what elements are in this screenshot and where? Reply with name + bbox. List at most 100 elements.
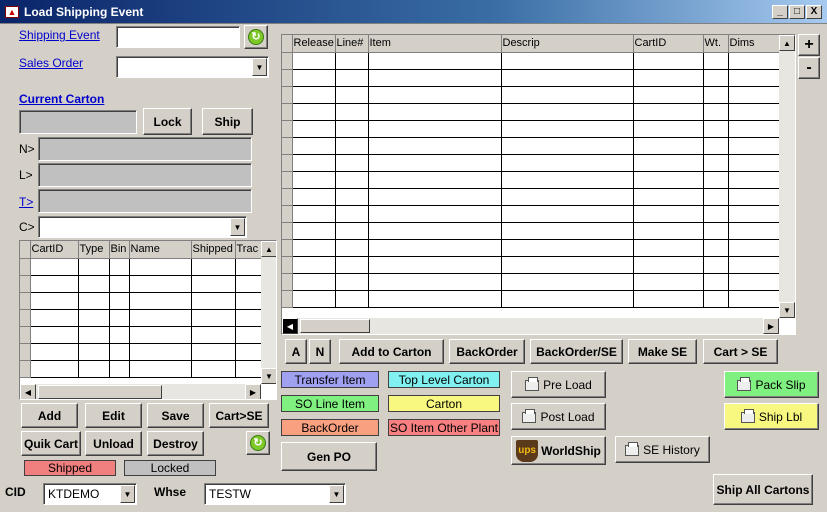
table-row[interactable] [282, 188, 780, 206]
save-button[interactable]: Save [147, 403, 204, 428]
table-row[interactable] [20, 309, 264, 327]
table-row[interactable] [282, 137, 780, 155]
cart-to-se-button[interactable]: Cart > SE [703, 339, 778, 364]
scroll-right-icon[interactable]: ▶ [245, 384, 261, 399]
ship-all-cartons-button[interactable]: Ship All Cartons [713, 474, 813, 505]
cart-se-button[interactable]: Cart>SE [209, 403, 269, 428]
unload-button[interactable]: Unload [85, 431, 142, 456]
column-header[interactable]: Shipped [191, 241, 236, 259]
current-carton-field[interactable] [19, 110, 137, 134]
scroll-left-icon[interactable]: ◀ [282, 318, 298, 334]
scroll-thumb[interactable] [300, 319, 370, 333]
pack-slip-button[interactable]: Pack Slip [724, 371, 819, 398]
backorder-se-button[interactable]: BackOrder/SE [530, 339, 623, 364]
table-row[interactable] [282, 290, 780, 308]
column-header[interactable]: Item [368, 35, 502, 53]
add-to-carton-button[interactable]: Add to Carton [339, 339, 444, 364]
column-header[interactable]: Trac [235, 241, 264, 259]
destroy-button[interactable]: Destroy [147, 431, 204, 456]
edit-button[interactable]: Edit [85, 403, 142, 428]
table-row[interactable] [282, 273, 780, 291]
column-header[interactable]: Descrip [501, 35, 634, 53]
ship-lbl-label: Ship Lbl [758, 409, 803, 424]
l-field[interactable] [38, 163, 252, 187]
table-row[interactable] [282, 205, 780, 223]
maximize-button[interactable]: □ [789, 5, 805, 19]
table-row[interactable] [282, 103, 780, 121]
scroll-up-icon[interactable]: ▲ [261, 241, 276, 257]
whse-select[interactable]: TESTW ▼ [204, 483, 346, 505]
column-header[interactable]: Type [78, 241, 110, 259]
t-field[interactable] [38, 189, 252, 213]
column-header[interactable]: Name [129, 241, 192, 259]
item-grid[interactable]: Release Line# Item Descrip CartID Wt. Di… [281, 34, 796, 335]
shipping-event-refresh-button[interactable]: ↻ [244, 25, 268, 49]
close-button[interactable]: X [806, 5, 822, 19]
column-header[interactable]: CartID [633, 35, 704, 53]
column-header[interactable]: Dims [728, 35, 780, 53]
carton-vertical-scrollbar[interactable]: ▲ ▼ [261, 241, 276, 384]
item-horizontal-scrollbar[interactable]: ◀ ▶ [282, 318, 779, 334]
gen-po-button[interactable]: Gen PO [281, 442, 377, 471]
sales-order-select[interactable]: ▼ [116, 56, 269, 78]
column-header[interactable]: Line# [335, 35, 369, 53]
a-button[interactable]: A [285, 339, 307, 364]
ship-lbl-button[interactable]: Ship Lbl [724, 403, 819, 430]
post-load-label: Post Load [540, 409, 595, 424]
scroll-down-icon[interactable]: ▼ [779, 302, 795, 318]
sales-order-link[interactable]: Sales Order [19, 56, 83, 70]
current-carton-link[interactable]: Current Carton [19, 92, 104, 106]
shipping-event-input[interactable] [116, 26, 240, 48]
shipping-event-link[interactable]: Shipping Event [19, 28, 100, 42]
add-button[interactable]: Add [21, 403, 78, 428]
worldship-button[interactable]: ups WorldShip [511, 436, 606, 465]
c-select[interactable]: ▼ [38, 216, 247, 238]
column-header[interactable]: Release [292, 35, 336, 53]
table-row[interactable] [282, 120, 780, 138]
pre-load-button[interactable]: Pre Load [511, 371, 606, 398]
carton-horizontal-scrollbar[interactable]: ◀ ▶ [20, 384, 261, 399]
table-row[interactable] [282, 69, 780, 87]
minus-button[interactable]: - [798, 57, 820, 79]
table-row[interactable] [20, 292, 264, 310]
make-se-button[interactable]: Make SE [628, 339, 697, 364]
se-history-button[interactable]: SE History [615, 436, 710, 463]
scroll-right-icon[interactable]: ▶ [763, 318, 779, 334]
table-row[interactable] [282, 86, 780, 104]
scroll-left-icon[interactable]: ◀ [20, 384, 36, 399]
scroll-down-icon[interactable]: ▼ [261, 368, 276, 384]
ship-button[interactable]: Ship [202, 108, 253, 135]
se-history-label: SE History [643, 442, 700, 457]
table-row[interactable] [282, 171, 780, 189]
column-header[interactable]: Wt. [703, 35, 729, 53]
table-row[interactable] [282, 52, 780, 70]
lock-button[interactable]: Lock [143, 108, 192, 135]
table-row[interactable] [20, 275, 264, 293]
table-row[interactable] [282, 154, 780, 172]
table-row[interactable] [20, 343, 264, 361]
plus-button[interactable]: + [798, 34, 820, 56]
table-row[interactable] [20, 360, 264, 378]
backorder-button[interactable]: BackOrder [449, 339, 525, 364]
refresh-icon: ↻ [248, 29, 264, 45]
scroll-up-icon[interactable]: ▲ [779, 35, 795, 51]
scroll-thumb[interactable] [38, 385, 162, 399]
n-button[interactable]: N [309, 339, 331, 364]
chevron-down-icon: ▼ [120, 485, 135, 503]
post-load-button[interactable]: Post Load [511, 403, 606, 430]
column-header[interactable]: CartID [30, 241, 79, 259]
quik-cart-button[interactable]: Quik Cart [21, 431, 81, 456]
column-header[interactable]: Bin [109, 241, 130, 259]
cid-select[interactable]: KTDEMO ▼ [43, 483, 137, 505]
table-row[interactable] [20, 326, 264, 344]
t-link[interactable]: T> [19, 195, 33, 209]
item-vertical-scrollbar[interactable]: ▲ ▼ [779, 35, 795, 318]
table-row[interactable] [282, 256, 780, 274]
n-field[interactable] [38, 137, 252, 161]
minimize-button[interactable]: _ [772, 5, 788, 19]
carton-grid[interactable]: CartID Type Bin Name Shipped Trac ▲ ▼ ◀ … [19, 240, 277, 400]
carton-refresh-button[interactable]: ↻ [246, 431, 270, 455]
table-row[interactable] [20, 258, 264, 276]
table-row[interactable] [282, 239, 780, 257]
table-row[interactable] [282, 222, 780, 240]
